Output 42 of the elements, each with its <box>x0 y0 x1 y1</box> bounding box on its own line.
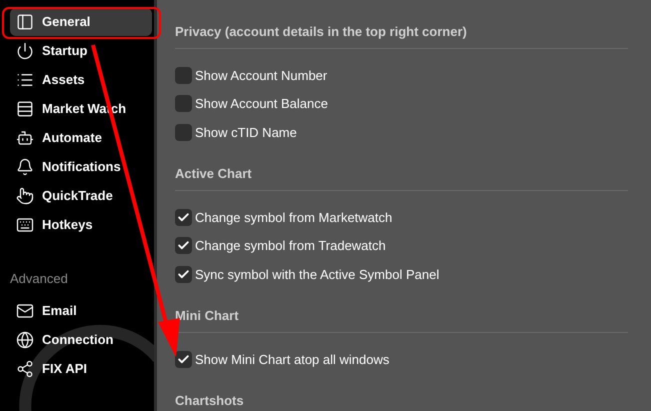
sidebar-item[interactable]: Assets <box>10 66 152 94</box>
checkbox[interactable] <box>175 266 192 283</box>
keyboard-icon <box>16 216 34 234</box>
check-icon <box>177 352 190 366</box>
sidebar-item[interactable]: Hotkeys <box>10 211 152 239</box>
network-icon <box>16 360 34 378</box>
option-label: Sync symbol with the Active Symbol Panel <box>195 266 440 284</box>
group-title: Advanced <box>10 270 69 288</box>
sidebar-item[interactable]: QuickTrade <box>10 182 152 210</box>
check-icon <box>177 210 190 224</box>
section-title: Chartshots <box>175 391 628 411</box>
sidebar-item[interactable]: Startup <box>10 37 152 65</box>
hand-pointer-icon <box>16 187 34 205</box>
mail-icon <box>16 302 34 320</box>
checkbox[interactable] <box>175 350 192 368</box>
option-label: Show cTID Name <box>195 124 297 142</box>
checkbox[interactable] <box>175 208 192 226</box>
option-label: Change symbol from Marketwatch <box>195 208 392 227</box>
sidebar-item[interactable]: Automate <box>10 124 152 152</box>
robot-icon <box>16 129 34 147</box>
check-icon <box>177 268 190 281</box>
sidebar-item[interactable]: Email <box>10 296 152 324</box>
sidebar-item[interactable]: FIX API <box>10 354 152 382</box>
sidebar-item[interactable]: General <box>10 8 152 36</box>
sidebar-item[interactable]: Connection <box>10 326 152 354</box>
option-label: Show Mini Chart atop all windows <box>195 350 390 369</box>
bell-icon <box>16 158 34 176</box>
list-icon <box>16 71 34 89</box>
section-title: Privacy (account details in the top right corner) <box>175 22 628 48</box>
checkbox[interactable] <box>175 95 192 112</box>
checkbox[interactable] <box>175 124 192 141</box>
panel-icon <box>16 13 34 31</box>
power-icon <box>16 42 34 60</box>
checkbox[interactable] <box>175 66 192 84</box>
option-label: Change symbol from Tradewatch <box>195 237 386 255</box>
section-title: Active Chart <box>175 164 628 190</box>
checkbox[interactable] <box>175 237 192 254</box>
option-label: Show Account Balance <box>195 95 328 113</box>
sidebar-item[interactable]: Notifications <box>10 153 152 181</box>
globe-icon <box>16 330 34 348</box>
rows-icon <box>16 100 34 118</box>
option-label: Show Account Number <box>195 66 328 84</box>
